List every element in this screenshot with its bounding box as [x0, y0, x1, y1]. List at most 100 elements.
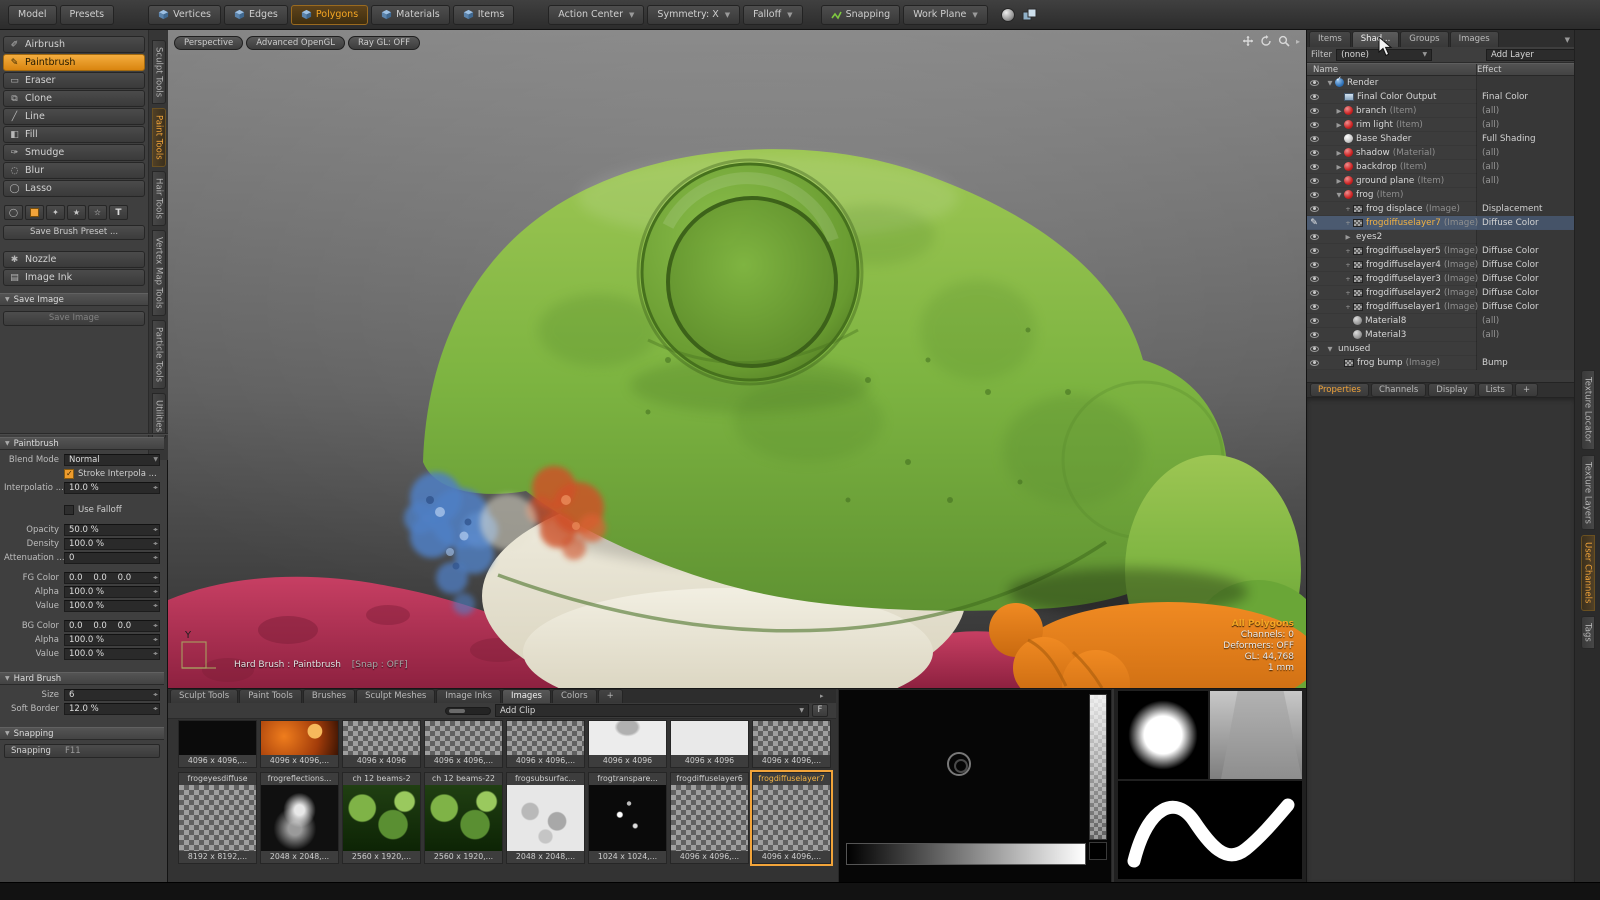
add-clip-dropdown[interactable]: Add Clip▼	[495, 704, 809, 717]
interpolation-field[interactable]: 10.0 %◂▸	[64, 482, 160, 494]
shader-tree-row[interactable]: + frogdiffuselayer5 (Image) Diffuse Colo…	[1307, 244, 1575, 258]
brush-shape-button[interactable]	[88, 205, 107, 220]
tree-bottom-tab[interactable]: Properties	[1310, 383, 1369, 397]
layer-effect[interactable]: (all)	[1477, 314, 1575, 327]
layer-effect[interactable]: Final Color	[1477, 90, 1575, 103]
brush-tip-preview[interactable]	[1118, 691, 1208, 779]
spinner-arrows-icon[interactable]: ◂▸	[150, 540, 157, 547]
shader-tree-row[interactable]: Material8 (all)	[1307, 314, 1575, 328]
layer-effect[interactable]: (all)	[1477, 118, 1575, 131]
bg-alpha-field[interactable]: 100.0 %◂▸	[64, 634, 160, 646]
expand-arrow-icon[interactable]: ▼	[1325, 345, 1335, 353]
spinner-arrows-icon[interactable]: ◂▸	[150, 588, 157, 595]
visibility-eye-icon[interactable]	[1307, 136, 1321, 142]
snapping-row-button[interactable]: Snapping F11	[4, 744, 160, 758]
tool-button[interactable]: Blur	[3, 162, 145, 179]
clips-tab[interactable]: +	[598, 689, 623, 703]
component-mode-button[interactable]: Edges	[224, 5, 288, 25]
component-mode-button[interactable]: Items	[453, 5, 515, 25]
use-falloff-checkbox[interactable]	[64, 505, 74, 515]
clip-thumbnail[interactable]: 4096 x 4096,...	[260, 720, 339, 768]
right-vertical-tab[interactable]: Texture Layers	[1581, 455, 1595, 531]
opacity-field[interactable]: 50.0 %◂▸	[64, 524, 160, 536]
density-field[interactable]: 100.0 %◂▸	[64, 538, 160, 550]
shader-tree-row[interactable]: Final Color Output Final Color	[1307, 90, 1575, 104]
clip-thumbnail[interactable]: 4096 x 4096,...	[506, 720, 585, 768]
clips-tab[interactable]: Paint Tools	[239, 689, 302, 703]
shader-tree-row[interactable]: ▶ ground plane (Item) (all)	[1307, 174, 1575, 188]
left-vertical-tab[interactable]: Vertex Map Tools	[152, 230, 166, 316]
tree-bottom-tab[interactable]: +	[1515, 383, 1538, 397]
clip-thumbnail[interactable]: frogreflections... 2048 x 2048,...	[260, 772, 339, 864]
visibility-eye-icon[interactable]	[1307, 192, 1321, 198]
component-mode-button[interactable]: Polygons	[291, 5, 368, 25]
shader-tree-row[interactable]: + frogdiffuselayer3 (Image) Diffuse Colo…	[1307, 272, 1575, 286]
clip-thumbnail[interactable]: 4096 x 4096	[342, 720, 421, 768]
shader-tree-row[interactable]: ▶ eyes2	[1307, 230, 1575, 244]
snapping-header[interactable]: ▼Snapping	[0, 727, 164, 740]
clips-tab[interactable]: Colors	[552, 689, 597, 703]
shader-tree-row[interactable]: ▼ Render	[1307, 76, 1575, 90]
visibility-eye-icon[interactable]	[1307, 164, 1321, 170]
blend-mode-dropdown[interactable]: Normal▼	[64, 454, 160, 466]
visibility-eye-icon[interactable]	[1307, 108, 1321, 114]
shader-tree-row[interactable]: + frogdiffuselayer7 (Image) Diffuse Colo…	[1307, 216, 1575, 230]
pan-icon[interactable]	[1242, 35, 1254, 47]
expand-arrow-icon[interactable]: ▼	[1334, 191, 1344, 199]
layer-effect[interactable]: Diffuse Color	[1477, 300, 1575, 313]
brush-shape-button[interactable]: T	[109, 205, 128, 220]
clip-thumbnail[interactable]: 4096 x 4096,...	[178, 720, 257, 768]
right-panel-tab[interactable]: Groups	[1400, 31, 1448, 47]
effect-column-header[interactable]: Effect	[1477, 65, 1501, 75]
tree-bottom-tab[interactable]: Lists	[1478, 383, 1513, 397]
zoom-icon[interactable]	[1278, 35, 1290, 47]
expand-arrow-icon[interactable]: ▶	[1334, 163, 1344, 171]
shader-tree-row[interactable]: ▶ branch (Item) (all)	[1307, 104, 1575, 118]
save-image-header[interactable]: ▼Save Image	[0, 293, 148, 306]
alpha-ramp-footer[interactable]	[1089, 842, 1107, 860]
clip-thumbnail[interactable]: frogeyesdiffuse 8192 x 8192,...	[178, 772, 257, 864]
shading-sphere-icon[interactable]	[1001, 8, 1015, 22]
spinner-arrows-icon[interactable]: ◂▸	[150, 526, 157, 533]
expand-arrow-icon[interactable]: +	[1343, 303, 1353, 311]
tool-button[interactable]: Eraser	[3, 72, 145, 89]
clips-tab[interactable]: Image Inks	[436, 689, 501, 703]
clip-thumbnail[interactable]: 4096 x 4096,...	[752, 720, 831, 768]
layer-effect[interactable]: Full Shading	[1477, 132, 1575, 145]
visibility-eye-icon[interactable]	[1307, 80, 1321, 86]
attenuation-field[interactable]: 0◂▸	[64, 552, 160, 564]
shader-tree-row[interactable]: ▼ frog (Item)	[1307, 188, 1575, 202]
expand-arrow-icon[interactable]: ▶	[1334, 177, 1344, 185]
visibility-eye-icon[interactable]	[1307, 150, 1321, 156]
layer-effect[interactable]: Diffuse Color	[1477, 244, 1575, 257]
shader-tree-row[interactable]: ▶ backdrop (Item) (all)	[1307, 160, 1575, 174]
expand-arrow-icon[interactable]: +	[1343, 247, 1353, 255]
soft-border-field[interactable]: 12.0 %◂▸	[64, 703, 160, 715]
tool-button[interactable]: Paintbrush	[3, 54, 145, 71]
layer-effect[interactable]: Diffuse Color	[1477, 216, 1575, 229]
bg-value-field[interactable]: 100.0 %◂▸	[64, 648, 160, 660]
visibility-eye-icon[interactable]	[1307, 360, 1321, 366]
layer-effect[interactable]: Diffuse Color	[1477, 258, 1575, 271]
layout-squares-icon[interactable]	[1022, 8, 1037, 22]
visibility-eye-icon[interactable]	[1307, 304, 1321, 310]
shader-tree-row[interactable]: + frogdiffuselayer4 (Image) Diffuse Colo…	[1307, 258, 1575, 272]
hard-brush-header[interactable]: ▼Hard Brush	[0, 672, 164, 685]
layer-effect[interactable]: Bump	[1477, 356, 1575, 369]
shader-tree-row[interactable]: + frogdiffuselayer2 (Image) Diffuse Colo…	[1307, 286, 1575, 300]
nozzle-shape-preview[interactable]	[1210, 691, 1302, 779]
fg-value-field[interactable]: 100.0 %◂▸	[64, 600, 160, 612]
visibility-eye-icon[interactable]	[1307, 332, 1321, 338]
layer-effect[interactable]: (all)	[1477, 104, 1575, 117]
tree-bottom-tab[interactable]: Channels	[1371, 383, 1426, 397]
spinner-arrows-icon[interactable]: ◂▸	[150, 554, 157, 561]
visibility-eye-icon[interactable]	[1307, 122, 1321, 128]
clip-thumbnail[interactable]: ch 12 beams-22 2560 x 1920,...	[424, 772, 503, 864]
clip-thumbnail[interactable]: frogdiffuselayer6 4096 x 4096,...	[670, 772, 749, 864]
panel-expand-icon[interactable]: ▸	[1296, 37, 1300, 46]
left-vertical-tab[interactable]: Particle Tools	[152, 320, 166, 389]
visibility-eye-icon[interactable]	[1307, 248, 1321, 254]
expand-arrow-icon[interactable]: ▶	[1334, 149, 1344, 157]
thumbnail-size-slider[interactable]	[445, 707, 491, 715]
right-vertical-tab[interactable]: Texture Locator	[1581, 370, 1595, 450]
